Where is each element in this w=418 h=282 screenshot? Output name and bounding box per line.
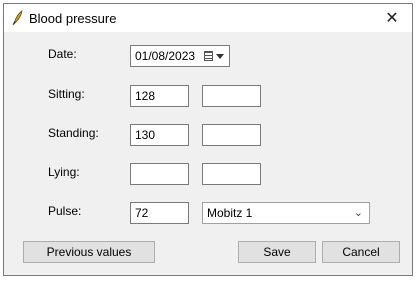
standing-diastolic-input[interactable] [202, 124, 261, 146]
date-label: Date: [48, 47, 77, 61]
dropdown-arrow-icon [216, 53, 224, 59]
previous-values-button[interactable]: Previous values [23, 241, 155, 263]
window-title: Blood pressure [29, 11, 117, 26]
close-button[interactable]: ✕ [372, 4, 412, 32]
lying-diastolic-input[interactable] [202, 163, 261, 185]
pulse-label: Pulse: [48, 204, 82, 218]
pulse-input[interactable]: 72 [130, 202, 189, 224]
sitting-diastolic-input[interactable] [202, 85, 261, 107]
calendar-icon [204, 51, 213, 61]
standing-label: Standing: [48, 126, 99, 140]
close-icon: ✕ [385, 10, 399, 27]
sitting-systolic-input[interactable]: 128 [130, 85, 189, 107]
quill-app-icon [12, 10, 23, 26]
calendar-dropdown-button[interactable] [204, 49, 226, 63]
date-value: 01/08/2023 [135, 49, 196, 63]
date-picker[interactable]: 01/08/2023 [130, 45, 230, 67]
save-button[interactable]: Save [238, 241, 316, 263]
sitting-label: Sitting: [48, 87, 85, 101]
lying-label: Lying: [48, 165, 80, 179]
lying-systolic-input[interactable] [130, 163, 189, 185]
title-bar[interactable]: Blood pressure ✕ [4, 4, 412, 32]
pulse-type-value: Mobitz 1 [207, 206, 253, 220]
standing-systolic-input[interactable]: 130 [130, 124, 189, 146]
cancel-button[interactable]: Cancel [322, 241, 400, 263]
dialog-body: Date: 01/08/2023 Sitting: 128 Standing: … [4, 32, 412, 275]
blood-pressure-dialog: Blood pressure ✕ Date: 01/08/2023 Sittin… [3, 3, 413, 276]
pulse-type-select[interactable]: Mobitz 1 ⌄ [202, 202, 370, 224]
chevron-down-icon: ⌄ [353, 207, 363, 219]
